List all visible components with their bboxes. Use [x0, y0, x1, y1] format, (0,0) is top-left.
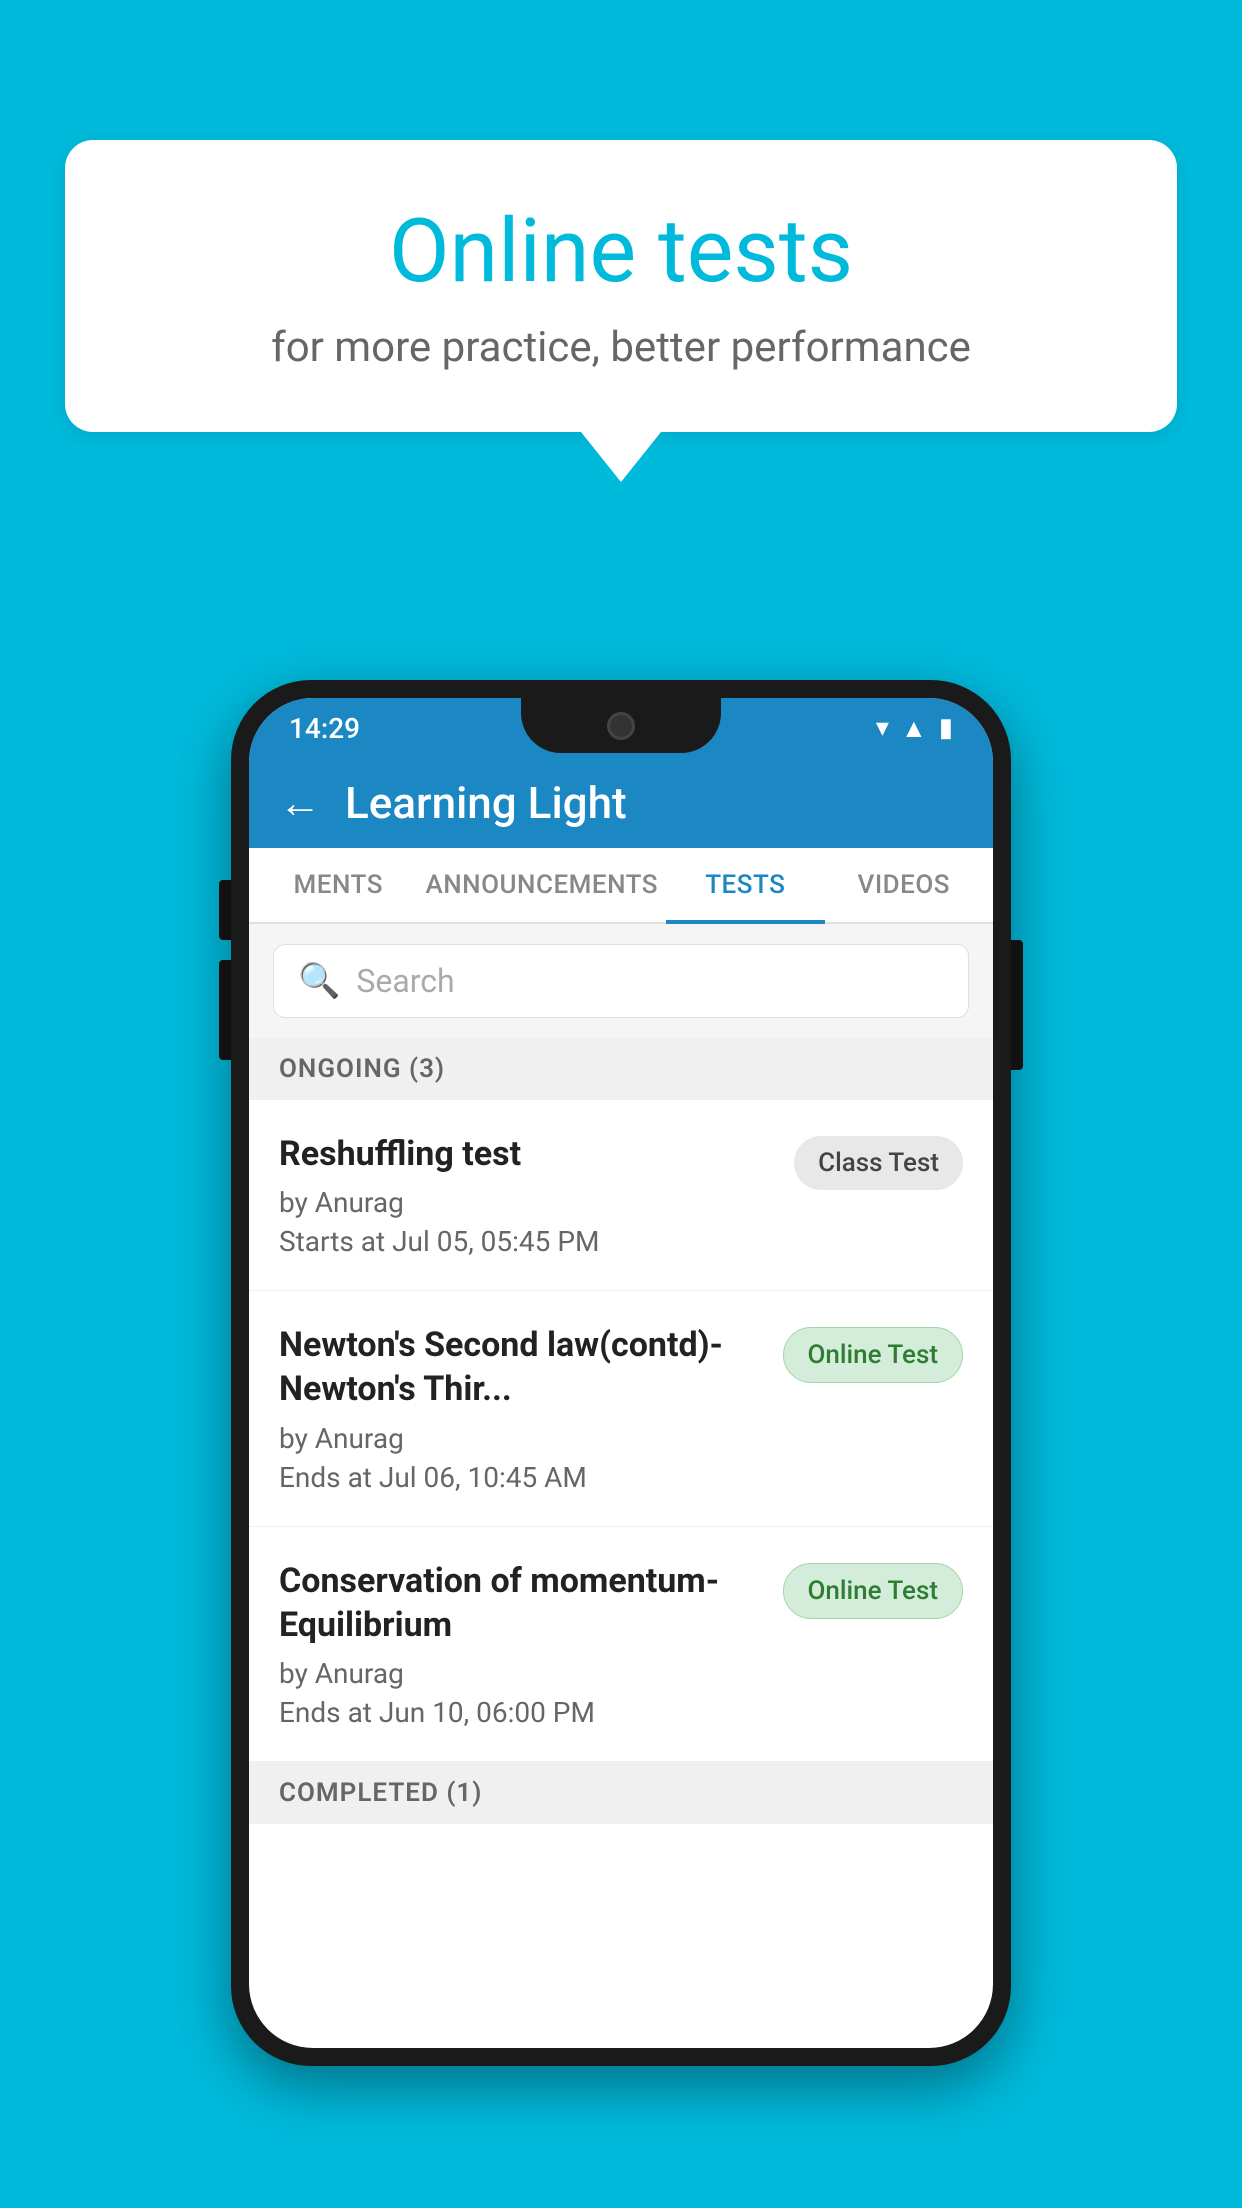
phone-vol-down-button — [219, 960, 231, 1060]
tab-videos[interactable]: VIDEOS — [825, 848, 983, 922]
bubble-title: Online tests — [145, 200, 1097, 303]
search-placeholder: Search — [356, 962, 454, 1000]
test-title: Newton's Second law(contd)-Newton's Thir… — [279, 1323, 763, 1411]
test-time: Ends at Jul 06, 10:45 AM — [279, 1461, 763, 1494]
back-arrow-icon[interactable]: ← — [279, 779, 321, 828]
bubble-subtitle: for more practice, better performance — [145, 323, 1097, 372]
test-badge-online-2: Online Test — [783, 1563, 964, 1619]
test-author: by Anurag — [279, 1422, 763, 1455]
status-time: 14:29 — [289, 712, 360, 745]
test-title: Reshuffling test — [279, 1132, 774, 1176]
app-bar-title: Learning Light — [345, 777, 627, 829]
phone-mockup: 14:29 ▾ ▲ ▮ ← Learning Light MENTS ANNOU… — [231, 680, 1011, 2066]
phone-notch — [521, 698, 721, 753]
battery-icon: ▮ — [939, 713, 953, 743]
phone-outer-shell: 14:29 ▾ ▲ ▮ ← Learning Light MENTS ANNOU… — [231, 680, 1011, 2066]
phone-power-button — [1011, 940, 1023, 1070]
test-time: Starts at Jul 05, 05:45 PM — [279, 1225, 774, 1258]
test-item[interactable]: Conservation of momentum-Equilibrium by … — [249, 1527, 993, 1762]
test-author: by Anurag — [279, 1657, 763, 1690]
tab-tests[interactable]: TESTS — [666, 848, 824, 922]
test-item-content: Conservation of momentum-Equilibrium by … — [279, 1559, 763, 1729]
front-camera — [607, 712, 635, 740]
bubble-arrow — [581, 432, 661, 482]
signal-icon: ▲ — [901, 713, 927, 744]
tabs-container: MENTS ANNOUNCEMENTS TESTS VIDEOS — [249, 848, 993, 924]
wifi-icon: ▾ — [876, 713, 889, 743]
test-author: by Anurag — [279, 1186, 774, 1219]
tab-ments[interactable]: MENTS — [259, 848, 417, 922]
search-container: 🔍 Search — [249, 924, 993, 1038]
test-time: Ends at Jun 10, 06:00 PM — [279, 1696, 763, 1729]
test-title: Conservation of momentum-Equilibrium — [279, 1559, 763, 1647]
completed-section-header: COMPLETED (1) — [249, 1762, 993, 1824]
speech-bubble-box: Online tests for more practice, better p… — [65, 140, 1177, 432]
search-icon: 🔍 — [298, 961, 340, 1001]
test-item-content: Reshuffling test by Anurag Starts at Jul… — [279, 1132, 774, 1258]
test-item[interactable]: Newton's Second law(contd)-Newton's Thir… — [249, 1291, 993, 1526]
promo-speech-bubble: Online tests for more practice, better p… — [65, 140, 1177, 482]
test-badge-class: Class Test — [794, 1136, 963, 1190]
test-badge-online: Online Test — [783, 1327, 964, 1383]
ongoing-section-header: ONGOING (3) — [249, 1038, 993, 1100]
status-icons: ▾ ▲ ▮ — [876, 713, 953, 744]
search-input-wrapper[interactable]: 🔍 Search — [273, 944, 969, 1018]
test-item-content: Newton's Second law(contd)-Newton's Thir… — [279, 1323, 763, 1493]
phone-vol-up-button — [219, 880, 231, 940]
tab-announcements[interactable]: ANNOUNCEMENTS — [417, 848, 666, 922]
test-item[interactable]: Reshuffling test by Anurag Starts at Jul… — [249, 1100, 993, 1291]
phone-screen: 14:29 ▾ ▲ ▮ ← Learning Light MENTS ANNOU… — [249, 698, 993, 2048]
app-bar: ← Learning Light — [249, 758, 993, 848]
